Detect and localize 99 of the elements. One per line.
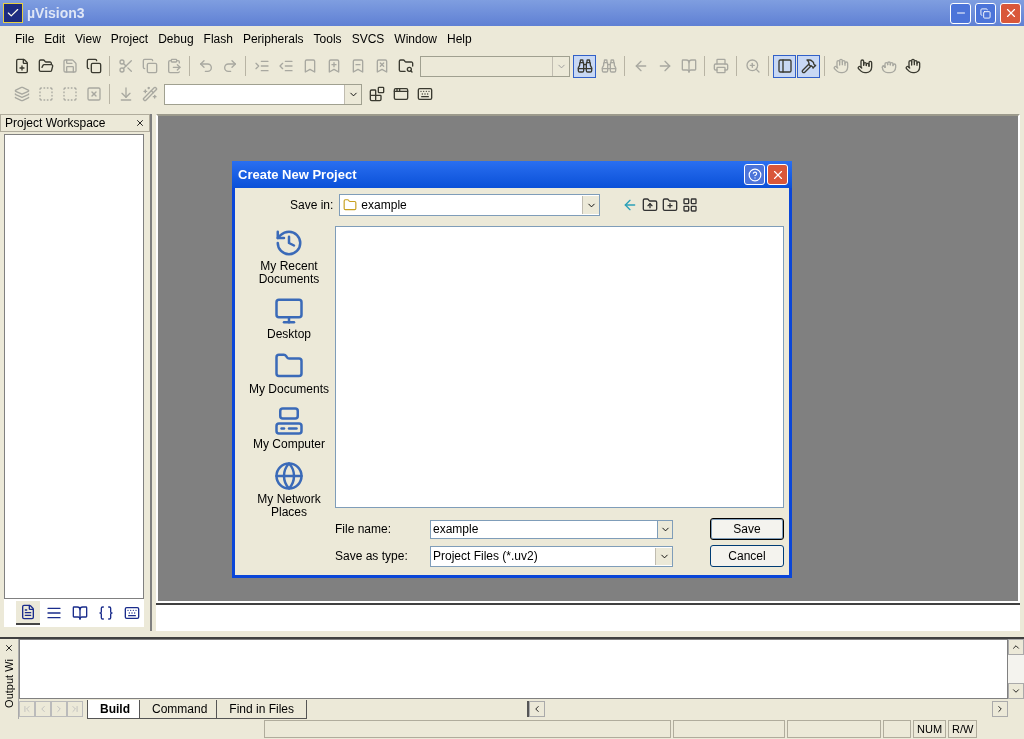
document-icon xyxy=(20,604,36,620)
blocks-icon xyxy=(368,86,385,102)
file-type-dropdown[interactable]: Project Files (*.uv2) xyxy=(430,545,673,567)
scroll-left-button[interactable] xyxy=(529,701,546,717)
folder-icon xyxy=(343,198,358,212)
app-logo-icon xyxy=(3,3,23,23)
menu-item[interactable]: Window xyxy=(389,30,442,48)
menu-item[interactable]: SVCS xyxy=(346,30,390,48)
file-name-field[interactable]: example xyxy=(430,519,657,539)
undo-icon xyxy=(197,58,214,74)
printer-icon xyxy=(712,58,729,74)
places-item[interactable]: My Recent Documents xyxy=(244,226,334,288)
close-icon[interactable] xyxy=(135,118,145,128)
scroll-down-button[interactable] xyxy=(1008,683,1024,699)
tab-nav-button[interactable] xyxy=(67,701,83,717)
workspace-tab[interactable] xyxy=(16,601,40,625)
computer-icon xyxy=(274,406,304,436)
keyboard-icon xyxy=(124,605,140,621)
vertical-scrollbar[interactable] xyxy=(1008,639,1024,699)
box-cross-icon xyxy=(85,86,102,102)
places-item[interactable]: My Network Places xyxy=(244,459,334,521)
folder-up-icon[interactable] xyxy=(642,197,659,213)
hand-icon xyxy=(832,58,849,74)
panel-title: Output Wi xyxy=(3,659,15,708)
keyboard-icon xyxy=(416,86,433,102)
save-in-dropdown[interactable]: example xyxy=(339,194,601,216)
windows-icon xyxy=(392,86,409,102)
status-panel xyxy=(883,720,911,738)
hand-icon xyxy=(856,58,873,74)
folder-icon xyxy=(37,58,54,74)
file-plus-icon xyxy=(13,58,30,74)
hammer-icon xyxy=(800,58,817,74)
dropdown-button[interactable] xyxy=(657,519,673,539)
paste-icon xyxy=(165,58,182,74)
book-icon xyxy=(680,58,697,74)
help-button[interactable] xyxy=(744,164,765,185)
menu-item[interactable]: Flash xyxy=(198,30,238,48)
hand-icon xyxy=(904,58,921,74)
stack-icon xyxy=(13,86,30,102)
horizontal-scrollbar[interactable] xyxy=(527,701,1008,717)
restore-icon xyxy=(980,7,991,19)
tab-nav-button[interactable] xyxy=(35,701,51,717)
places-item[interactable]: My Documents xyxy=(244,349,334,398)
book-icon xyxy=(72,605,88,621)
menu-item[interactable]: Help xyxy=(442,30,477,48)
indent-icon xyxy=(253,58,270,74)
stacked-pages-icon xyxy=(85,58,102,74)
menu-item[interactable]: File xyxy=(10,30,40,48)
tab-nav-button[interactable] xyxy=(51,701,67,717)
hand-icon xyxy=(880,58,897,74)
field-label: File name: xyxy=(335,522,393,536)
panel-title: Project Workspace xyxy=(5,116,106,130)
save-button[interactable]: Save xyxy=(710,518,784,540)
scroll-right-button[interactable] xyxy=(992,701,1008,717)
close-icon[interactable] xyxy=(4,643,14,653)
field-label: Save as type: xyxy=(335,549,409,563)
menu-item[interactable]: View xyxy=(70,30,106,48)
view-menu-icon[interactable] xyxy=(682,197,699,213)
binoculars-icon xyxy=(600,58,617,74)
places-item[interactable]: My Computer xyxy=(244,404,334,453)
window-icon xyxy=(776,58,793,74)
tab-nav-button[interactable] xyxy=(19,701,35,717)
help-icon xyxy=(747,167,762,182)
binoculars-icon xyxy=(576,58,593,74)
dotted-box-icon xyxy=(37,86,54,102)
window-title: µVision3 xyxy=(27,5,86,21)
toolbar-button[interactable] xyxy=(773,54,796,78)
new-folder-icon[interactable] xyxy=(662,197,679,213)
braces-icon xyxy=(98,605,114,621)
toolbar-button[interactable] xyxy=(573,54,596,78)
menu-item[interactable]: Peripherals xyxy=(237,30,309,48)
copy-icon xyxy=(141,58,158,74)
places-item[interactable]: Desktop xyxy=(244,294,334,343)
status-text: R/W xyxy=(948,720,978,738)
outdent-icon xyxy=(277,58,294,74)
dialog-title: Create New Project xyxy=(238,167,358,182)
scissors-icon xyxy=(117,58,134,74)
cancel-button[interactable]: Cancel xyxy=(710,545,784,567)
close-button[interactable] xyxy=(1000,2,1021,24)
menu-item[interactable]: Debug xyxy=(153,30,199,48)
restore-button[interactable] xyxy=(975,2,996,24)
status-text: NUM xyxy=(913,720,947,738)
menu-item[interactable]: Edit xyxy=(39,30,71,48)
output-tab[interactable]: Find in Files xyxy=(216,699,308,719)
folder-search-icon xyxy=(397,58,414,74)
redo-icon xyxy=(221,58,238,74)
magnifier-icon xyxy=(744,58,761,74)
menu-item[interactable]: Tools xyxy=(308,30,347,48)
lines-icon xyxy=(46,605,62,621)
save-icon xyxy=(61,58,78,74)
field-label: Save in: xyxy=(290,198,334,212)
monitor-icon xyxy=(274,296,304,326)
menu-item[interactable]: Project xyxy=(105,30,154,48)
dotted-box-icon xyxy=(61,86,78,102)
scroll-up-button[interactable] xyxy=(1008,639,1024,655)
minimize-button[interactable] xyxy=(950,2,971,24)
toolbar-button[interactable] xyxy=(797,54,820,78)
wand-icon xyxy=(141,86,158,102)
close-button[interactable] xyxy=(767,164,788,185)
